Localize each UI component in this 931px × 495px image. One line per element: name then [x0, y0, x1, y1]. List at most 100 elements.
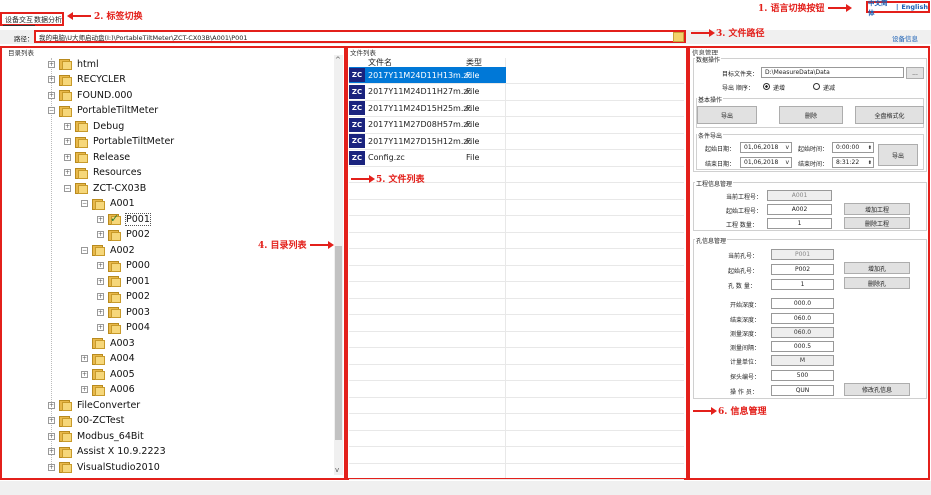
end-date-picker[interactable]: 01,06,2018 v — [740, 157, 792, 168]
collapse-icon[interactable]: − — [81, 200, 88, 207]
start-time-spinner[interactable]: 0:00:00 ⬍ — [832, 142, 874, 153]
device-info-link[interactable]: 设备信息 — [892, 33, 918, 43]
interval-input[interactable]: 000.5 — [771, 341, 834, 352]
tree-item[interactable]: + P003 — [97, 304, 150, 320]
tree-item[interactable]: − A001 — [81, 196, 135, 212]
tree-scroll-thumb[interactable] — [335, 246, 342, 440]
folder-icon — [59, 446, 72, 458]
tree-item[interactable]: + VisualStudio2010 — [48, 459, 160, 475]
expand-icon[interactable]: + — [97, 293, 104, 300]
tree-item[interactable]: + P000 — [97, 258, 150, 274]
tree-item[interactable]: + FOUND.000 — [48, 87, 132, 103]
order-asc-radio[interactable] — [763, 83, 770, 90]
tree-item[interactable]: + P004 — [97, 320, 150, 336]
tree-item[interactable]: + ✓ P001 — [97, 211, 151, 227]
expand-icon[interactable]: + — [97, 215, 104, 223]
expand-icon[interactable]: + — [64, 122, 71, 130]
tree-item[interactable]: + P002 — [97, 227, 150, 243]
chevron-down-icon[interactable]: v — [785, 159, 789, 166]
start-date-picker[interactable]: 01,06,2018 v — [740, 142, 792, 153]
tree-item[interactable]: + A006 — [81, 382, 135, 398]
tree-item[interactable]: − A002 — [81, 242, 135, 258]
tree-item[interactable]: − PortableTiltMeter — [48, 103, 158, 119]
operator-input[interactable]: QUN — [771, 385, 834, 396]
tree-item[interactable]: + html — [48, 56, 99, 72]
file-row[interactable]: ZC 2017Y11M24D11H27m.zc File — [349, 84, 506, 100]
expand-icon[interactable]: + — [81, 386, 88, 393]
tree-item[interactable]: + Modbus_64Bit — [48, 428, 144, 444]
expand-icon[interactable]: + — [97, 308, 104, 316]
path-input[interactable]: 我的电脑\U大师启动盘(I:)\PortableTiltMeter\ZCT-CX… — [34, 30, 686, 43]
expand-icon[interactable]: + — [81, 355, 88, 362]
scroll-up-icon[interactable]: ^ — [335, 56, 341, 64]
hole-count-input[interactable]: 1 — [771, 279, 834, 290]
add-hole-button[interactable]: 增加孔 — [844, 262, 910, 274]
expand-icon[interactable]: + — [97, 231, 104, 238]
tree-item[interactable]: A003 — [81, 335, 135, 351]
browse-button[interactable]: ... — [906, 67, 924, 79]
project-count-input[interactable]: 1 — [767, 218, 832, 229]
open-folder-icon[interactable] — [673, 32, 684, 42]
expand-icon[interactable]: + — [64, 153, 71, 161]
expand-icon[interactable]: + — [64, 138, 71, 145]
file-row[interactable]: ZC 2017Y11M24D11H13m.zc File — [349, 67, 506, 83]
expand-icon[interactable]: + — [97, 262, 104, 269]
expand-icon[interactable]: + — [48, 448, 55, 455]
expand-icon[interactable]: + — [81, 370, 88, 378]
tree-item[interactable]: − ZCT-CX03B — [64, 180, 146, 196]
start-project-input[interactable]: A002 — [767, 204, 832, 215]
lang-chinese-button[interactable]: 中文简体 — [868, 0, 893, 17]
add-project-button[interactable]: 增加工程 — [844, 203, 910, 215]
collapse-icon[interactable]: − — [48, 107, 55, 114]
probe-input[interactable]: 500 — [771, 370, 834, 381]
format-all-button[interactable]: 全盘格式化 — [855, 106, 924, 124]
lang-english-button[interactable]: English — [901, 3, 928, 11]
expand-icon[interactable]: + — [48, 401, 55, 409]
collapse-icon[interactable]: − — [64, 184, 71, 192]
expand-icon[interactable]: + — [48, 417, 55, 424]
start-hole-input[interactable]: P002 — [771, 264, 834, 275]
target-folder-input[interactable]: D:\MeasureData\Data — [761, 67, 904, 78]
end-depth-input[interactable]: 060.0 — [771, 313, 834, 324]
tree-item[interactable]: + A005 — [81, 366, 135, 382]
expand-icon[interactable]: + — [97, 324, 104, 331]
begin-depth-input[interactable]: 000.0 — [771, 298, 834, 309]
chevron-down-icon[interactable]: v — [785, 144, 789, 151]
delete-button[interactable]: 删除 — [779, 106, 843, 124]
cond-export-button[interactable]: 导出 — [878, 144, 918, 166]
tab-analysis[interactable]: 数据分析 — [32, 15, 64, 25]
order-desc-radio[interactable] — [813, 83, 820, 90]
delete-project-button[interactable]: 删除工程 — [844, 217, 910, 229]
tree-item[interactable]: + P002 — [97, 289, 150, 305]
end-time-spinner[interactable]: 8:31:22 ⬍ — [832, 157, 874, 168]
tree-item[interactable]: + P001 — [97, 273, 150, 289]
tab-device[interactable]: 设备交互 — [3, 15, 35, 26]
spinner-icon[interactable]: ⬍ — [868, 160, 872, 166]
tree-item[interactable]: + Debug — [64, 118, 124, 134]
collapse-icon[interactable]: − — [81, 246, 88, 254]
spinner-icon[interactable]: ⬍ — [868, 145, 872, 151]
tree-item[interactable]: + A004 — [81, 351, 135, 367]
expand-icon[interactable]: + — [48, 76, 55, 83]
tree-item[interactable]: + Release — [64, 149, 130, 165]
tree-item[interactable]: + Assist X 10.9.2223 — [48, 444, 166, 460]
scroll-down-icon[interactable]: v — [335, 466, 339, 474]
tree-item[interactable]: + FileConverter — [48, 397, 140, 413]
expand-icon[interactable]: + — [48, 463, 55, 471]
expand-icon[interactable]: + — [48, 91, 55, 99]
file-row[interactable]: ZC 2017Y11M24D15H25m.zc File — [349, 100, 506, 116]
export-button[interactable]: 导出 — [697, 106, 757, 124]
modify-hole-button[interactable]: 修改孔信息 — [844, 383, 910, 396]
tree-item[interactable]: +00-ZCTest — [48, 413, 124, 429]
tree-item[interactable]: + RECYCLER — [48, 72, 126, 88]
file-row[interactable]: ZC Config.zc File — [349, 150, 506, 166]
expand-icon[interactable]: + — [48, 60, 55, 68]
tree-item[interactable]: + PortableTiltMeter — [64, 134, 174, 150]
expand-icon[interactable]: + — [97, 277, 104, 285]
expand-icon[interactable]: + — [48, 432, 55, 440]
file-row[interactable]: ZC 2017Y11M27D15H12m.zc File — [349, 133, 506, 149]
tree-item[interactable]: + Resources — [64, 165, 142, 181]
delete-hole-button[interactable]: 删除孔 — [844, 277, 910, 289]
file-row[interactable]: ZC 2017Y11M27D08H57m.zc File — [349, 117, 506, 133]
expand-icon[interactable]: + — [64, 169, 71, 176]
